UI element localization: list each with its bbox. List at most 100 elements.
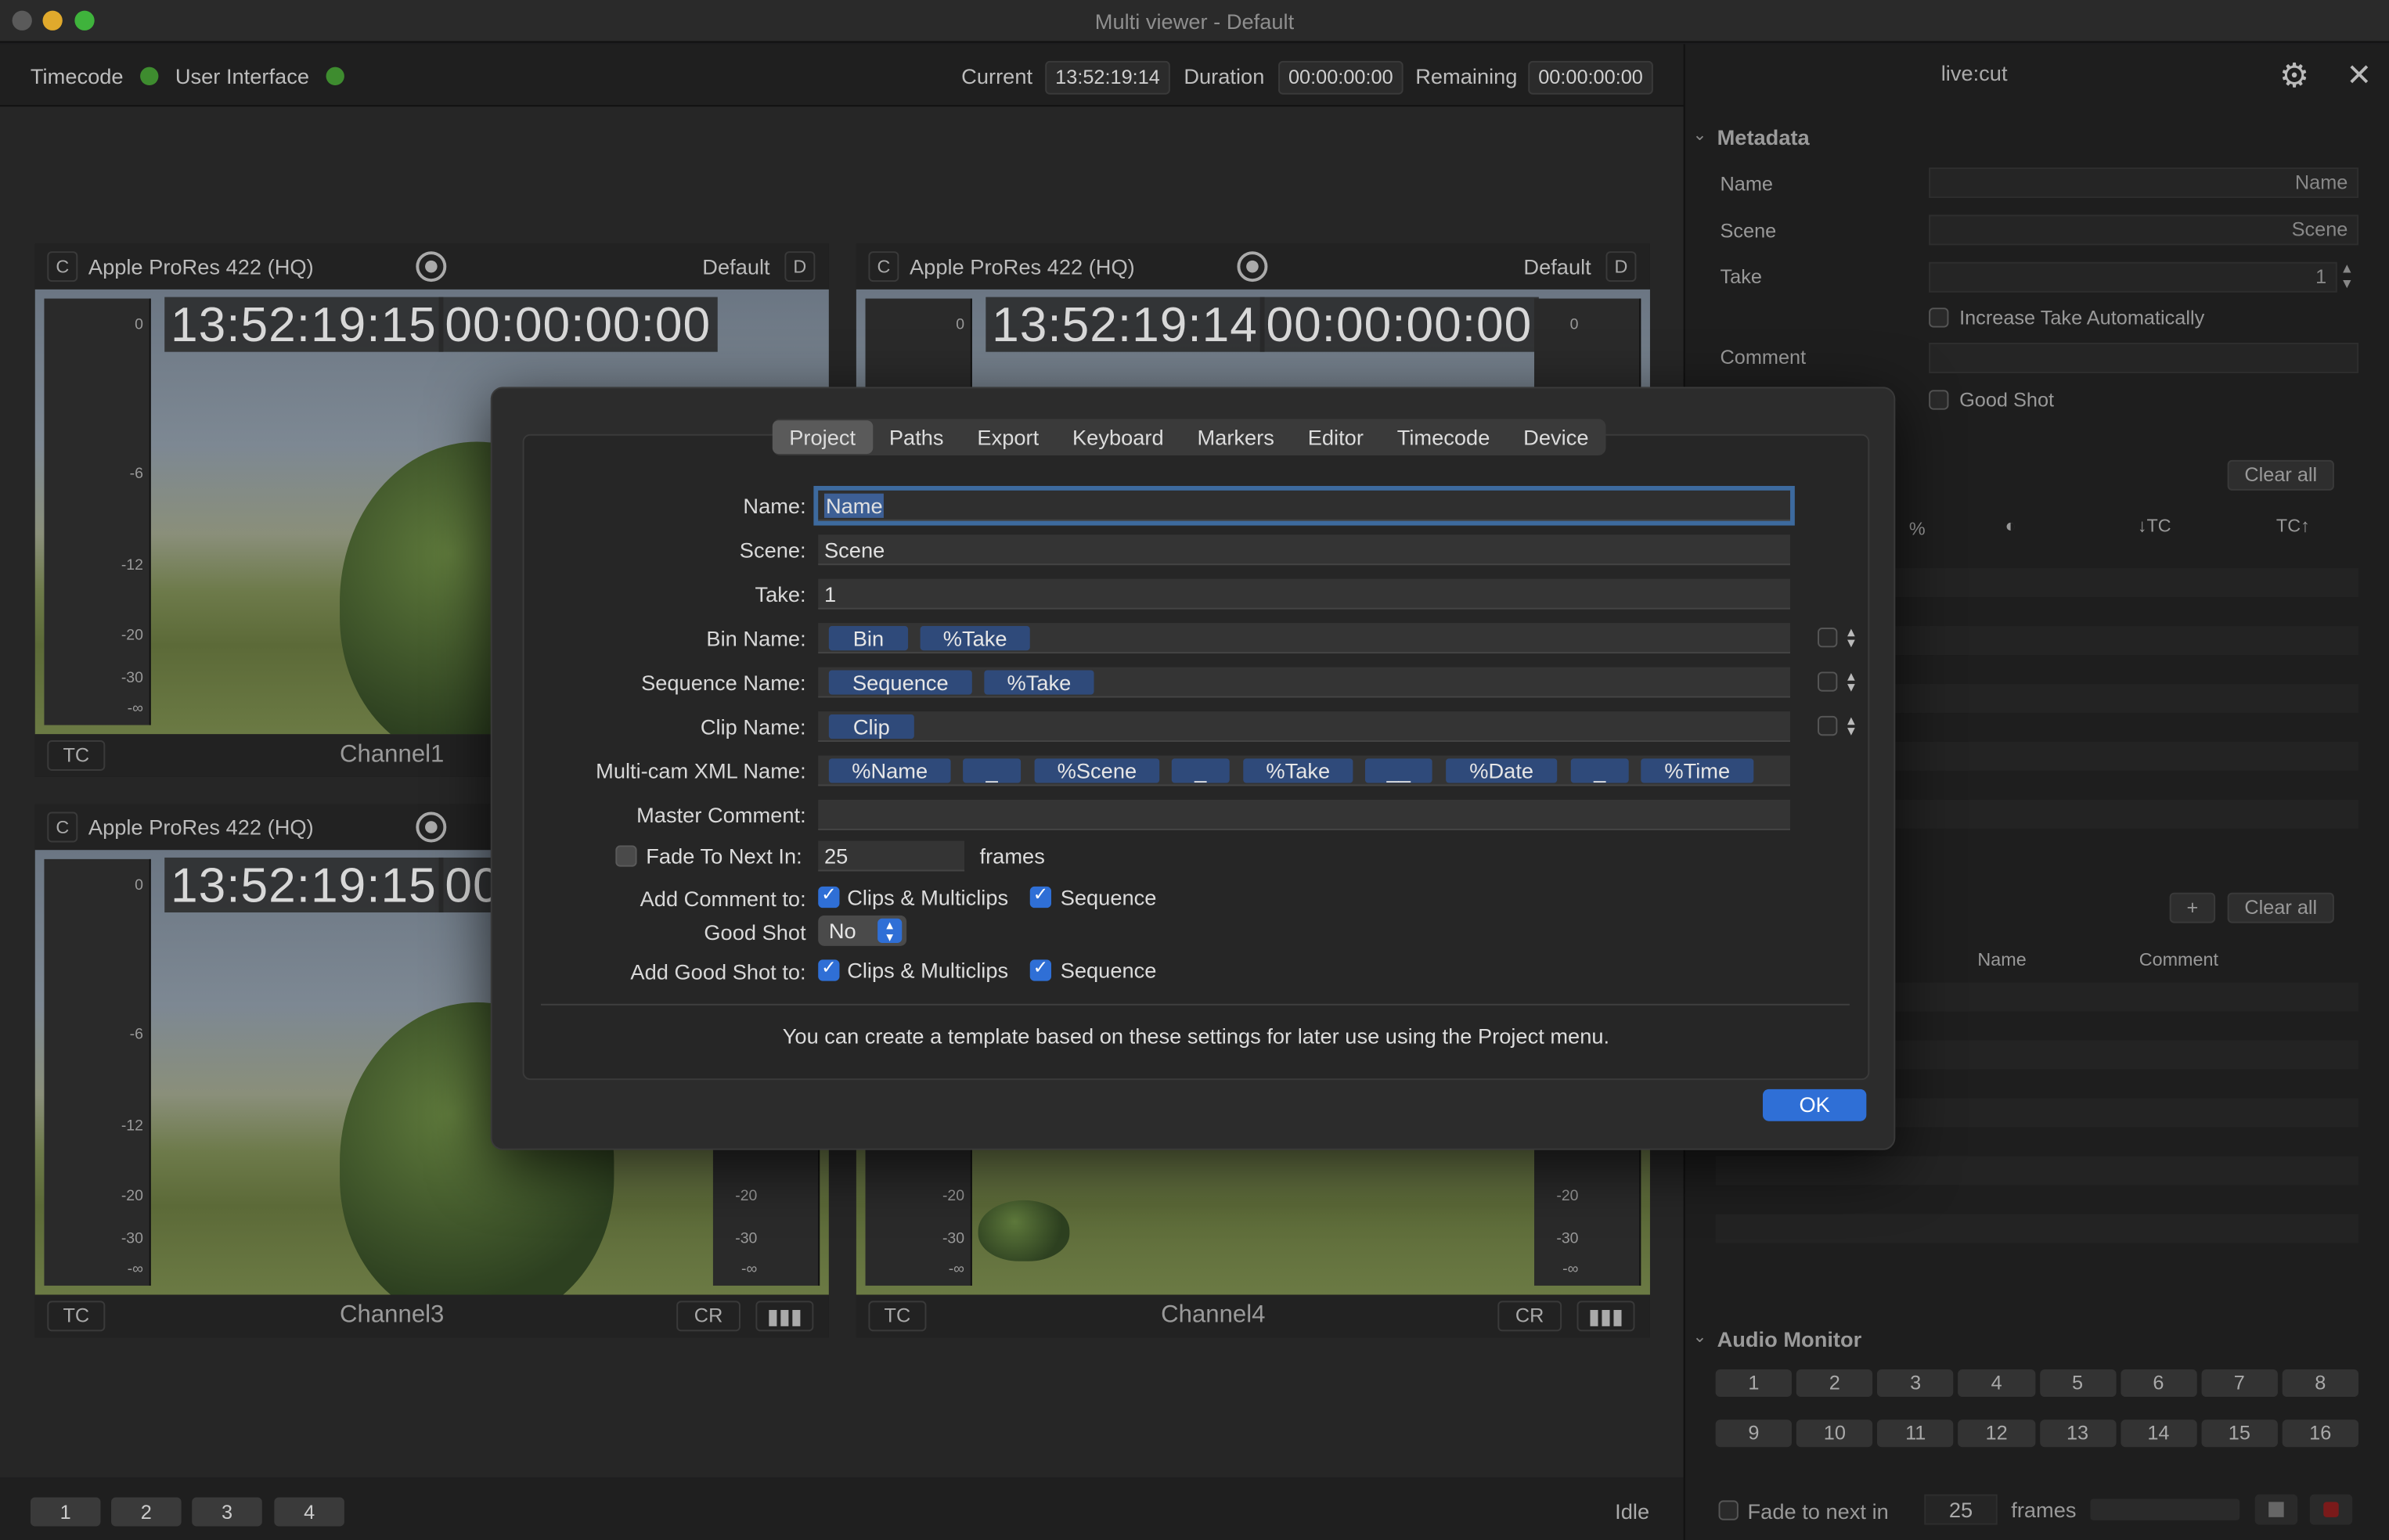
record-icon[interactable] — [416, 811, 447, 843]
fade-checkbox[interactable] — [615, 845, 637, 867]
scene-field[interactable]: Scene — [1929, 214, 2359, 246]
add-button[interactable]: + — [2169, 892, 2216, 923]
preset-label: Default — [702, 254, 770, 279]
take-field[interactable]: 1 — [1929, 261, 2337, 293]
audio-channel-button[interactable]: 10 — [1796, 1419, 1873, 1448]
goodshot-clips-checkbox[interactable] — [818, 956, 840, 981]
audio-channel-button[interactable]: 16 — [2282, 1419, 2359, 1448]
good-shot-checkbox[interactable] — [1929, 390, 1949, 410]
bin-name-checkbox[interactable] — [1818, 627, 1838, 648]
clip-name-checkbox[interactable] — [1818, 715, 1838, 736]
token[interactable]: Clip — [828, 714, 914, 739]
page-button-3[interactable]: 3 — [192, 1497, 262, 1527]
meter-bars-icon[interactable]: ▮▮▮ — [1576, 1301, 1635, 1332]
audio-channel-button[interactable]: 13 — [2039, 1419, 2116, 1448]
token[interactable]: %Take — [1243, 758, 1353, 783]
clip-name-field[interactable]: Clip — [818, 711, 1791, 742]
audio-channel-button[interactable]: 14 — [2120, 1419, 2197, 1448]
audio-channel-button[interactable]: 15 — [2201, 1419, 2278, 1448]
ok-button[interactable]: OK — [1762, 1088, 1867, 1121]
bin-name-stepper[interactable]: ▴ ▾ — [1845, 625, 1858, 651]
take-field[interactable]: 1 — [818, 578, 1791, 610]
tc-button[interactable]: TC — [47, 1301, 106, 1332]
sequence-name-checkbox[interactable] — [1818, 671, 1838, 692]
meter-bars-icon[interactable]: ▮▮▮ — [755, 1301, 814, 1332]
audio-channel-button[interactable]: 7 — [2201, 1369, 2278, 1398]
audio-channel-button[interactable]: 9 — [1715, 1419, 1793, 1448]
xml-name-field[interactable]: %Name _ %Scene _ %Take __ %Date _ %Time — [818, 755, 1791, 786]
comment-sequence-checkbox[interactable] — [1029, 883, 1052, 909]
tab-markers[interactable]: Markers — [1180, 420, 1291, 454]
tc-button[interactable]: TC — [47, 740, 106, 771]
token[interactable]: _ — [963, 758, 1022, 783]
token[interactable]: %Name — [828, 758, 951, 783]
name-field[interactable]: Name — [1929, 167, 2359, 199]
tc-button[interactable]: TC — [868, 1301, 927, 1332]
scene-field[interactable]: Scene — [818, 534, 1791, 566]
audio-channel-button[interactable]: 2 — [1796, 1369, 1873, 1398]
tab-project[interactable]: Project — [772, 420, 873, 455]
record-button[interactable] — [2309, 1494, 2353, 1525]
good-shot-popup[interactable]: No ▴ ▾ — [818, 915, 907, 946]
token[interactable]: _ — [1171, 758, 1230, 783]
gear-icon[interactable]: ⚙ — [2279, 56, 2309, 96]
token[interactable]: %Scene — [1034, 758, 1160, 783]
tab-export[interactable]: Export — [960, 420, 1056, 454]
tab-device[interactable]: Device — [1507, 420, 1605, 454]
c-button[interactable]: C — [47, 251, 78, 282]
page-button-1[interactable]: 1 — [30, 1497, 101, 1527]
clear-all-button[interactable]: Clear all — [2227, 459, 2334, 491]
audio-channel-button[interactable]: 3 — [1877, 1369, 1955, 1398]
audio-channel-button[interactable]: 11 — [1877, 1419, 1955, 1448]
token[interactable]: %Time — [1641, 758, 1754, 783]
bin-name-field[interactable]: Bin %Take — [818, 623, 1791, 654]
chevron-down-icon[interactable]: ⌄ — [1692, 125, 1706, 145]
table-row[interactable] — [1715, 1156, 2359, 1186]
comment-field[interactable] — [1929, 342, 2359, 373]
fade-field[interactable]: 25 — [818, 840, 965, 872]
page-button-4[interactable]: 4 — [274, 1497, 344, 1527]
token[interactable]: __ — [1364, 758, 1432, 783]
tab-keyboard[interactable]: Keyboard — [1056, 420, 1180, 454]
stop-button[interactable] — [2254, 1494, 2298, 1525]
cr-button[interactable]: CR — [1497, 1301, 1562, 1332]
fade-next-checkbox[interactable] — [1718, 1500, 1739, 1520]
goodshot-sequence-checkbox[interactable] — [1029, 956, 1052, 981]
tab-timecode[interactable]: Timecode — [1380, 420, 1506, 454]
c-button[interactable]: C — [868, 251, 899, 282]
comment-clips-checkbox[interactable] — [818, 883, 840, 909]
audio-channel-button[interactable]: 6 — [2120, 1369, 2197, 1398]
token[interactable]: %Take — [920, 626, 1030, 651]
d-button[interactable]: D — [1605, 251, 1637, 282]
audio-channel-button[interactable]: 4 — [1958, 1369, 2035, 1398]
sequence-name-stepper[interactable]: ▴ ▾ — [1845, 670, 1858, 696]
record-icon[interactable] — [416, 251, 447, 282]
fade-next-field[interactable]: 25 — [1924, 1494, 1998, 1525]
audio-channel-button[interactable]: 1 — [1715, 1369, 1793, 1398]
chevron-down-icon[interactable]: ⌄ — [1692, 1326, 1706, 1346]
tab-paths[interactable]: Paths — [872, 420, 960, 454]
d-button[interactable]: D — [784, 251, 816, 282]
page-button-2[interactable]: 2 — [111, 1497, 182, 1527]
token[interactable]: Sequence — [828, 670, 972, 695]
table-row[interactable] — [1715, 1214, 2359, 1243]
clip-name-stepper[interactable]: ▴ ▾ — [1845, 714, 1858, 739]
increase-take-checkbox[interactable] — [1929, 308, 1949, 328]
audio-channel-button[interactable]: 8 — [2282, 1369, 2359, 1398]
name-field[interactable]: Name — [813, 485, 1795, 526]
cr-button[interactable]: CR — [676, 1301, 740, 1332]
take-stepper[interactable]: ▲ ▼ — [2340, 261, 2354, 291]
token[interactable]: Bin — [828, 626, 909, 651]
sequence-name-field[interactable]: Sequence %Take — [818, 667, 1791, 698]
close-icon[interactable]: ✕ — [2346, 56, 2372, 95]
master-comment-field[interactable] — [818, 799, 1791, 830]
tab-editor[interactable]: Editor — [1291, 420, 1380, 454]
token[interactable]: %Date — [1446, 758, 1558, 783]
token[interactable]: %Take — [984, 670, 1094, 695]
audio-channel-button[interactable]: 5 — [2039, 1369, 2116, 1398]
c-button[interactable]: C — [47, 811, 78, 843]
clear-all-markers-button[interactable]: Clear all — [2227, 892, 2334, 923]
token[interactable]: _ — [1570, 758, 1629, 783]
record-icon[interactable] — [1237, 251, 1268, 282]
audio-channel-button[interactable]: 12 — [1958, 1419, 2035, 1448]
